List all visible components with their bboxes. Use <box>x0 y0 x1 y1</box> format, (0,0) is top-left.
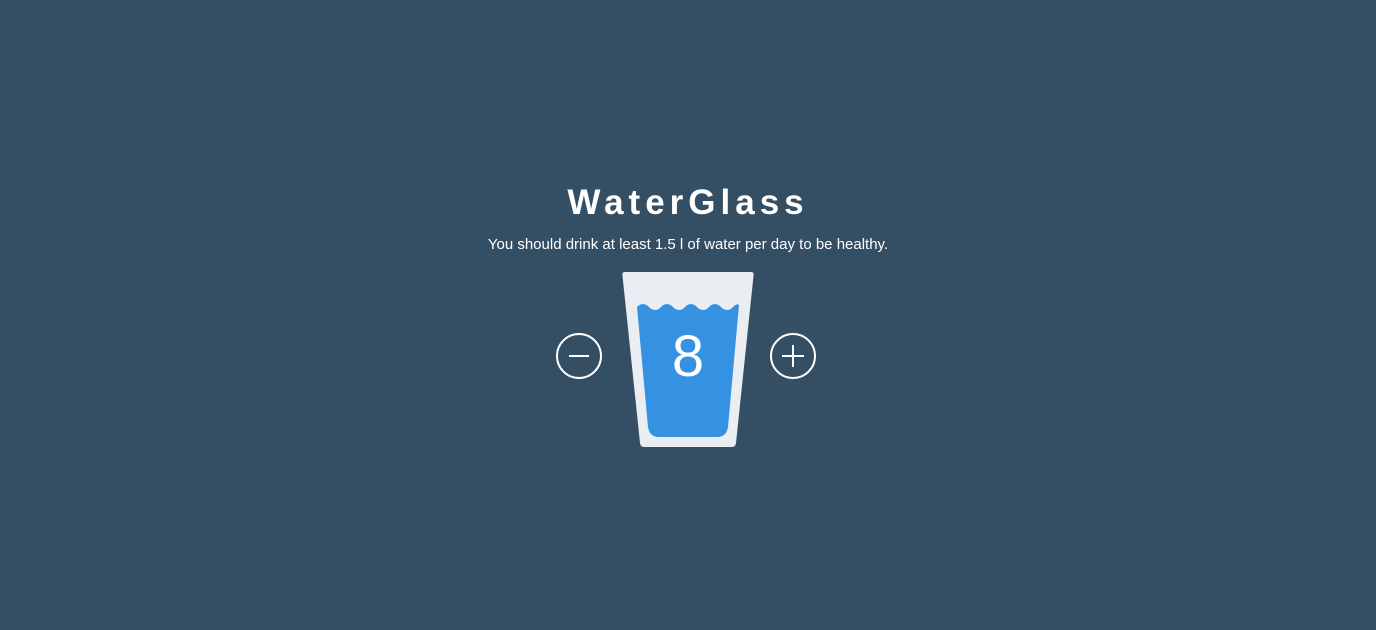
water-glass-app: WaterGlass You should drink at least 1.5… <box>0 0 1376 630</box>
glass-count: 8 <box>671 324 705 389</box>
decrement-button[interactable] <box>556 333 602 379</box>
minus-icon <box>569 355 589 357</box>
page-title: WaterGlass <box>567 183 809 222</box>
plus-icon <box>782 345 804 367</box>
increment-button[interactable] <box>770 333 816 379</box>
page-subtitle: You should drink at least 1.5 l of water… <box>487 236 889 253</box>
